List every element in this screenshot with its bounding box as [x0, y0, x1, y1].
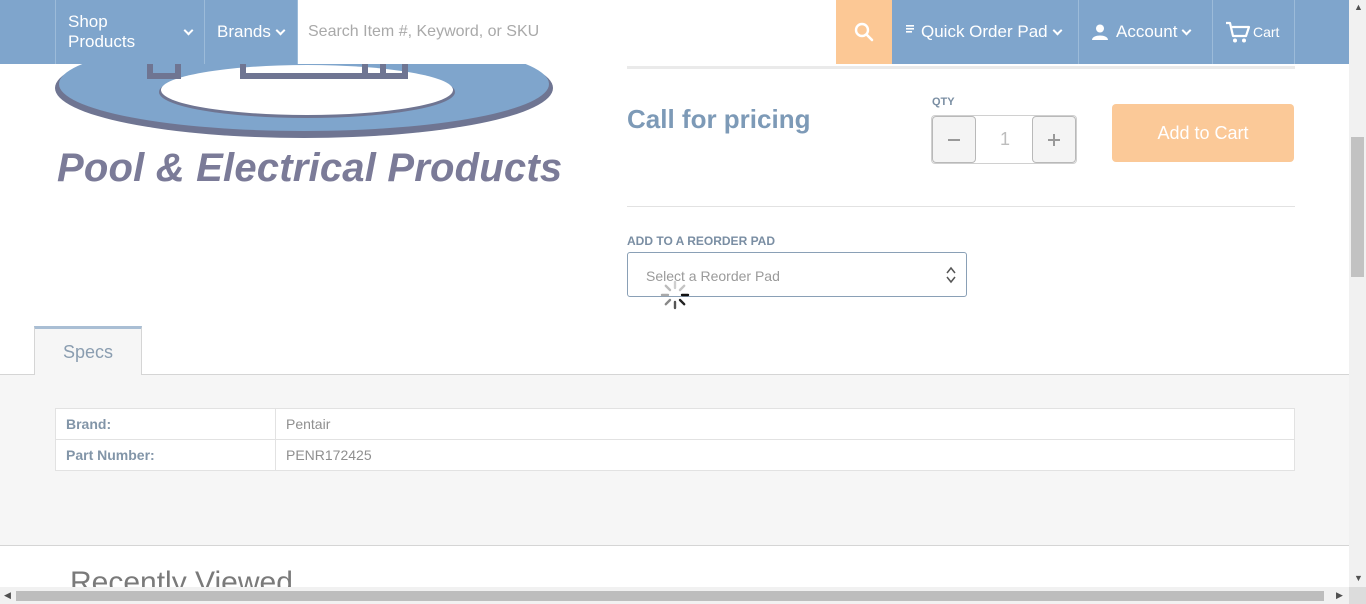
plus-icon	[1048, 133, 1060, 146]
list-icon	[906, 25, 914, 33]
table-row: Part Number: PENR172425	[55, 439, 1295, 471]
scroll-up-icon[interactable]: ▲	[1354, 2, 1363, 12]
spec-key: Brand:	[55, 408, 276, 440]
chevron-down-icon	[183, 25, 194, 35]
specs-panel: Brand: Pentair Part Number: PENR172425	[0, 374, 1349, 546]
minus-icon	[948, 138, 960, 141]
tab-specs[interactable]: Specs	[34, 326, 142, 375]
quick-order-pad-label: Quick Order Pad	[921, 22, 1048, 41]
price-text: Call for pricing	[627, 104, 811, 134]
shop-products-label: Shop Products	[68, 12, 136, 51]
logo-text: Pool & Electrical Products	[57, 146, 563, 190]
select-arrows-icon	[946, 266, 956, 284]
user-icon	[1092, 24, 1108, 40]
chevron-down-icon	[1052, 25, 1063, 35]
table-row: Brand: Pentair	[55, 408, 1295, 440]
brands-label: Brands	[217, 22, 271, 41]
scrollbar-corner	[1349, 587, 1366, 604]
increase-qty-button[interactable]	[1032, 116, 1076, 163]
specs-table: Brand: Pentair Part Number: PENR172425	[55, 408, 1295, 471]
search-button[interactable]	[836, 0, 892, 64]
scroll-right-icon[interactable]: ▶	[1336, 590, 1343, 601]
search-box	[298, 0, 836, 64]
header-bar: Shop Products Brands Quick Order Pad	[0, 0, 1349, 64]
cart-label: Cart	[1253, 24, 1280, 40]
vertical-scrollbar[interactable]	[1349, 0, 1366, 587]
page: Pool & Electrical Products Shop Products…	[0, 0, 1366, 604]
vertical-scroll-thumb[interactable]	[1351, 137, 1364, 277]
chevron-down-icon	[275, 25, 286, 35]
qty-input[interactable]: 1	[978, 116, 1032, 163]
spec-value: PENR172425	[275, 439, 1295, 471]
quantity-stepper: 1	[931, 115, 1077, 164]
scroll-down-icon[interactable]: ▼	[1354, 573, 1363, 583]
shop-products-menu[interactable]: Shop Products	[55, 0, 205, 64]
search-input[interactable]	[298, 0, 836, 64]
divider	[627, 66, 1295, 69]
chevron-down-icon	[1181, 25, 1192, 35]
spec-key: Part Number:	[55, 439, 276, 471]
add-to-cart-button[interactable]: Add to Cart	[1112, 104, 1294, 162]
search-icon	[854, 22, 874, 42]
horizontal-scroll-thumb[interactable]	[16, 591, 1324, 601]
account-menu[interactable]: Account	[1079, 0, 1213, 64]
spec-value: Pentair	[275, 408, 1295, 440]
brands-menu[interactable]: Brands	[205, 0, 298, 64]
cart-link[interactable]: Cart	[1213, 0, 1295, 64]
loading-spinner-icon	[660, 280, 690, 310]
decrease-qty-button[interactable]	[932, 116, 976, 163]
reorder-pad-label: ADD TO A REORDER PAD	[627, 234, 776, 248]
cart-icon	[1226, 21, 1251, 43]
qty-label: QTY	[932, 96, 955, 108]
divider	[627, 206, 1295, 207]
account-label: Account	[1116, 22, 1178, 41]
scroll-left-icon[interactable]: ◀	[4, 590, 11, 601]
quick-order-pad-menu[interactable]: Quick Order Pad	[893, 0, 1079, 64]
